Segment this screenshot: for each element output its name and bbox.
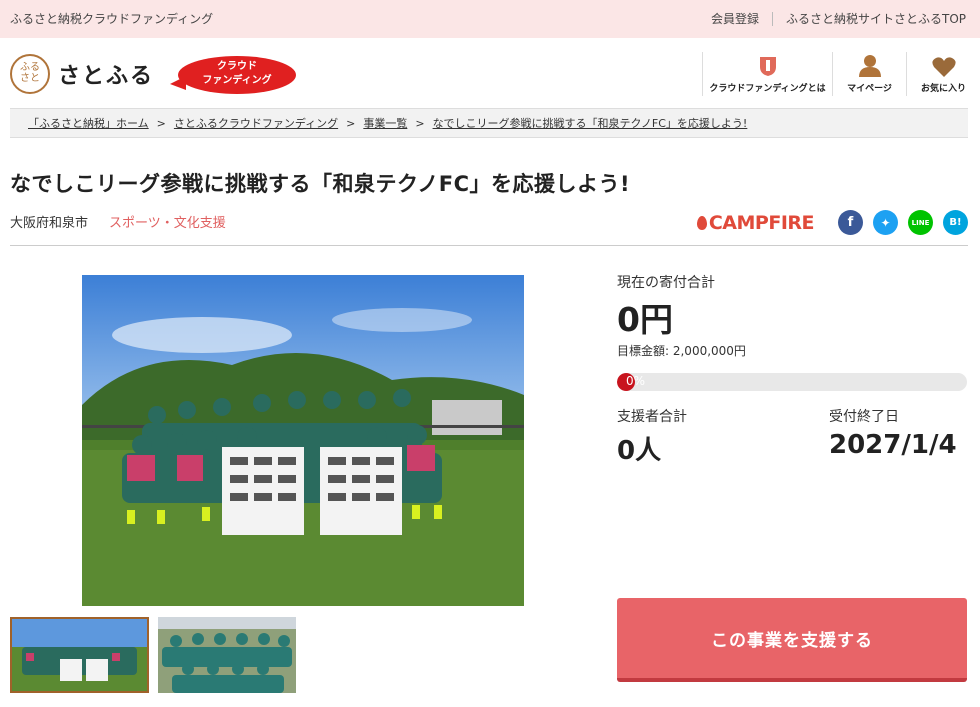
supporters-label: 支援者合計 — [617, 409, 687, 425]
divider — [771, 11, 773, 26]
site-header: ふる さと さとふる クラウド ファンディング クラウドファンディングとは マイペ… — [0, 38, 980, 108]
breadcrumb-home[interactable]: 「ふるさと納税」ホーム — [28, 115, 149, 131]
facebook-icon[interactable]: f — [838, 210, 863, 235]
person-icon — [858, 55, 881, 77]
top-links: 会員登録 ふるさと納税サイトさとふるTOP — [711, 10, 966, 27]
breadcrumb-crowdfunding[interactable]: さとふるクラウドファンディング — [174, 115, 338, 131]
breadcrumb-projects[interactable]: 事業一覧 — [363, 115, 407, 131]
shield-icon — [759, 57, 776, 76]
city-link[interactable]: 大阪府和泉市 — [10, 212, 88, 231]
register-link[interactable]: 会員登録 — [711, 10, 759, 27]
deadline-value: 2027/1/4 — [829, 430, 957, 460]
site-title: ふるさと納税クラウドファンディング — [10, 12, 214, 26]
supporters-value: 0人 — [617, 436, 662, 466]
twitter-icon[interactable]: ✦ — [873, 210, 898, 235]
nav-label: マイページ — [847, 84, 892, 94]
satofull-top-link[interactable]: ふるさと納税サイトさとふるTOP — [786, 10, 966, 27]
top-bar: ふるさと納税クラウドファンディング 会員登録 ふるさと納税サイトさとふるTOP — [0, 0, 980, 38]
header-nav: クラウドファンディングとは マイページ お気に入り — [702, 52, 980, 96]
hatena-icon[interactable]: B! — [943, 210, 968, 235]
badge-line2: ファンディング — [202, 75, 272, 86]
crowdfunding-badge[interactable]: クラウド ファンディング — [170, 52, 296, 94]
campfire-logo[interactable]: CAMPFIRE — [696, 212, 815, 234]
badge-line1: クラウド — [217, 61, 257, 72]
heart-icon — [931, 57, 956, 77]
deadline-label: 受付終了日 — [829, 409, 899, 425]
nav-label: お気に入り — [920, 84, 966, 94]
logo-text[interactable]: さとふる — [58, 58, 154, 90]
thumbnail-1[interactable] — [10, 617, 149, 693]
category-link[interactable]: スポーツ・文化支援 — [109, 212, 226, 231]
breadcrumb: 「ふるさと納税」ホーム > さとふるクラウドファンディング > 事業一覧 > な… — [10, 108, 968, 138]
goal-amount: 目標金額: 2,000,000円 — [617, 344, 746, 358]
project-photo — [82, 275, 524, 606]
thumbnail-2[interactable] — [158, 617, 296, 693]
breadcrumb-current[interactable]: なでしこリーグ参戦に挑戦する「和泉テクノFC」を応援しよう! — [433, 115, 748, 131]
share-bar: CAMPFIRE f ✦ LINE B! — [696, 210, 968, 235]
logo-mark[interactable]: ふる さと — [10, 54, 50, 94]
flame-icon — [696, 215, 707, 230]
progress-percent: 0% — [626, 374, 646, 388]
line-icon[interactable]: LINE — [908, 210, 933, 235]
nav-favorites[interactable]: お気に入り — [906, 52, 980, 96]
nav-mypage[interactable]: マイページ — [832, 52, 906, 96]
nav-label: クラウドファンディングとは — [709, 84, 826, 94]
nav-about-crowdfunding[interactable]: クラウドファンディングとは — [702, 52, 832, 96]
progress-bar: 0% — [617, 373, 967, 391]
total-label: 現在の寄付合計 — [617, 275, 715, 291]
total-value: 0円 — [617, 300, 673, 339]
divider — [10, 245, 968, 246]
page-title: なでしこリーグ参戦に挑戦する「和泉テクノFC」を応援しよう! — [10, 172, 631, 196]
support-button[interactable]: この事業を支援する — [617, 598, 967, 682]
